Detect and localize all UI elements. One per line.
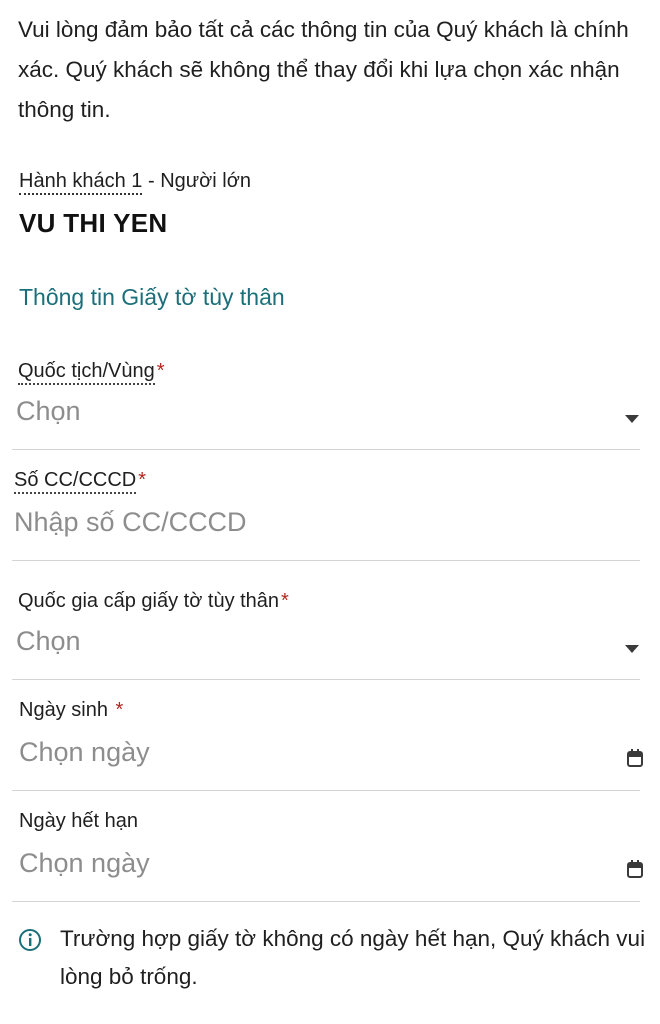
- required-mark: *: [281, 590, 289, 612]
- intro-text: Vui lòng đảm bảo tất cả các thông tin củ…: [18, 17, 629, 122]
- nationality-label: Quốc tịch/Vùng *: [18, 360, 165, 385]
- expiry-date-label: Ngày hết hạn: [19, 810, 138, 832]
- expiry-date-value[interactable]: Chọn ngày: [19, 848, 150, 879]
- passenger-number: Hành khách 1: [19, 170, 143, 195]
- divider: [12, 560, 640, 561]
- birth-date-value[interactable]: Chọn ngày: [19, 737, 150, 768]
- id-number-input[interactable]: Nhập số CC/CCCD: [14, 507, 247, 538]
- expiry-date-picker[interactable]: Ngày hết hạn Chọn ngày: [0, 808, 660, 904]
- divider: [12, 449, 640, 450]
- birth-date-picker[interactable]: Ngày sinh * Chọn ngày: [0, 697, 660, 793]
- required-mark: *: [156, 360, 165, 382]
- passenger-name: VU THI YEN: [19, 208, 168, 238]
- section-title: Thông tin Giấy tờ tùy thân: [19, 284, 285, 310]
- divider: [12, 790, 640, 791]
- passenger-type: - Người lớn: [142, 170, 251, 192]
- required-mark: *: [115, 699, 124, 721]
- chevron-down-icon[interactable]: [625, 415, 639, 423]
- passenger-id-form: Vui lòng đảm bảo tất cả các thông tin củ…: [0, 0, 660, 1024]
- birth-date-label: Ngày sinh *: [19, 699, 124, 721]
- chevron-down-icon[interactable]: [625, 645, 639, 653]
- id-number-label: Số CC/CCCD *: [14, 469, 147, 494]
- issuing-country-select[interactable]: Quốc gia cấp giấy tờ tùy thân * Chọn: [0, 588, 660, 682]
- issuing-country-label: Quốc gia cấp giấy tờ tùy thân *: [18, 590, 289, 612]
- nationality-select[interactable]: Quốc tịch/Vùng * Chọn: [0, 358, 660, 452]
- nationality-value[interactable]: Chọn: [16, 396, 81, 427]
- info-icon: [19, 929, 41, 951]
- calendar-icon[interactable]: [627, 749, 643, 767]
- divider: [12, 901, 640, 902]
- issuing-country-value[interactable]: Chọn: [16, 626, 81, 657]
- calendar-icon[interactable]: [627, 860, 643, 878]
- note-text: Trường hợp giấy tờ không có ngày hết hạn…: [60, 926, 646, 989]
- passenger-label: Hành khách 1 - Người lớn: [19, 170, 251, 195]
- required-mark: *: [138, 469, 147, 491]
- divider: [12, 679, 640, 680]
- id-number-field[interactable]: Số CC/CCCD * Nhập số CC/CCCD: [0, 467, 660, 563]
